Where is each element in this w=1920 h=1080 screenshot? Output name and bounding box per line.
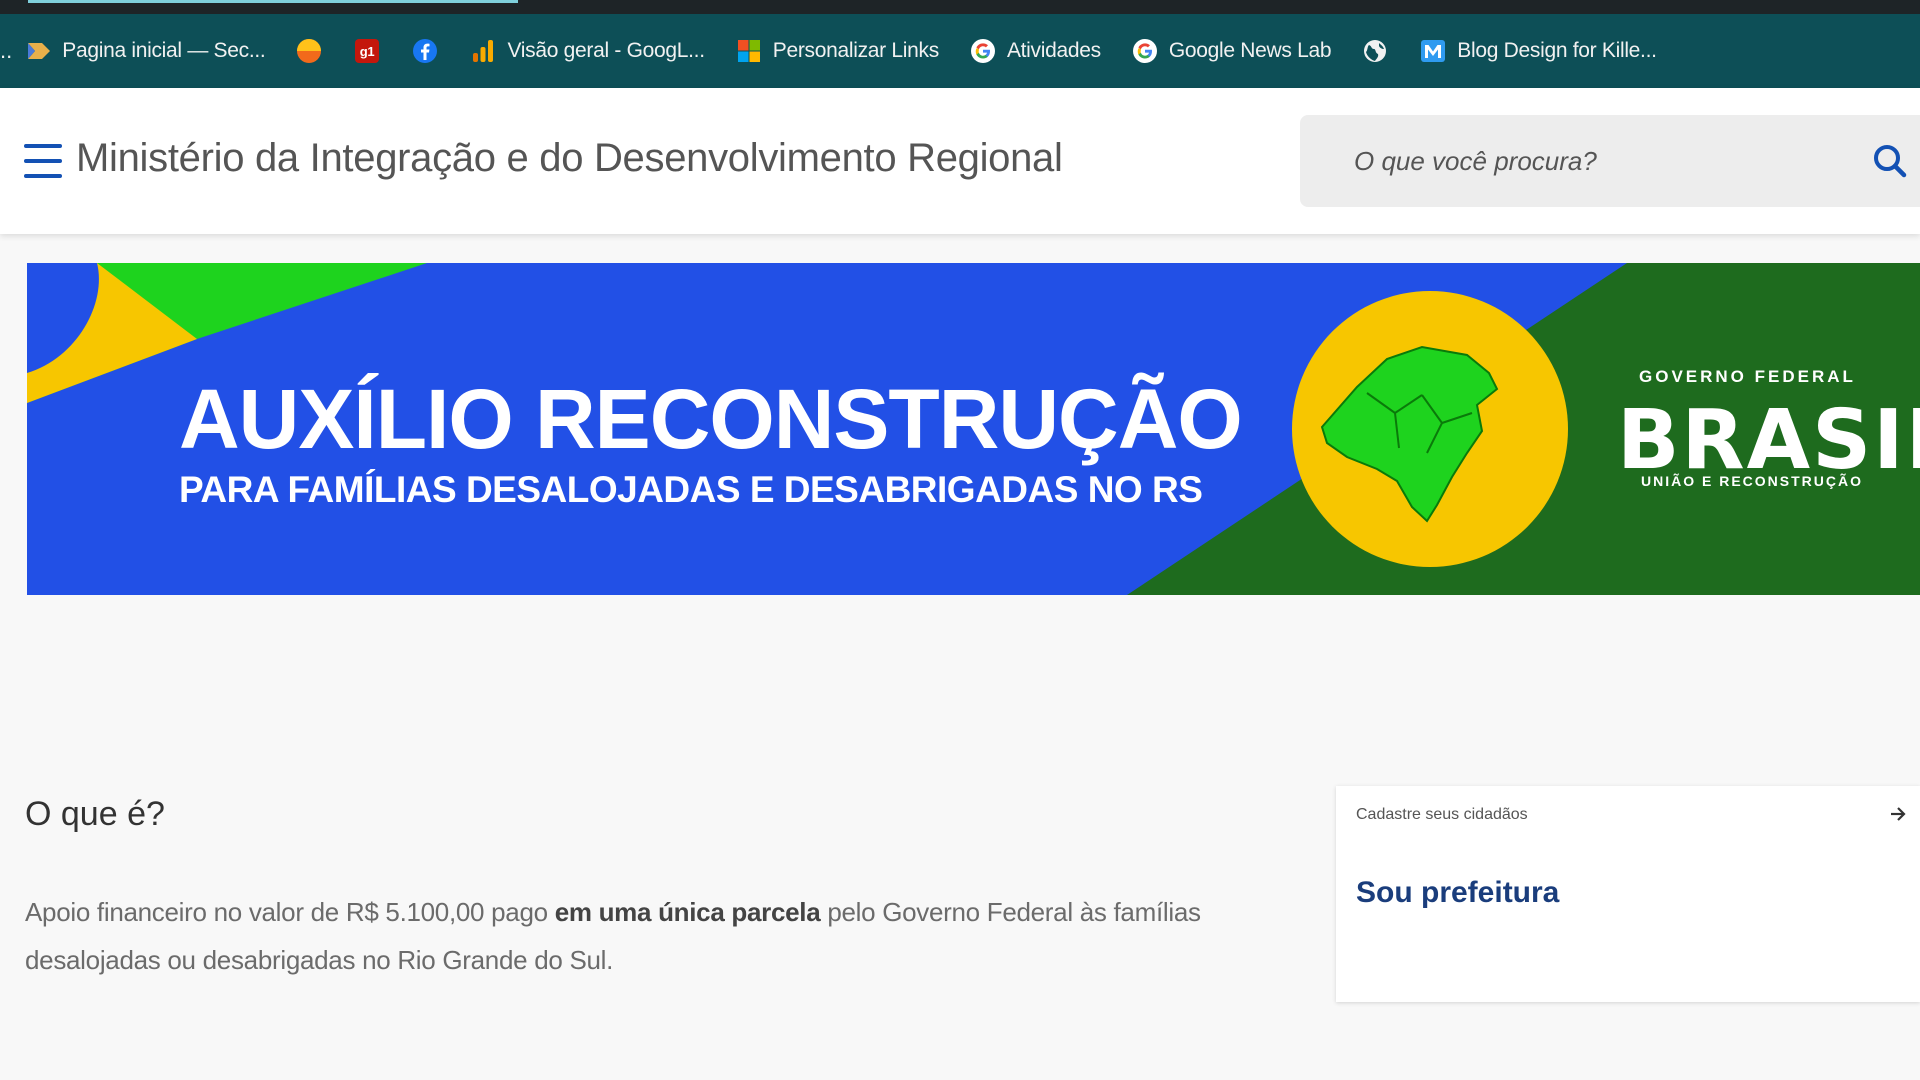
- menu-bar: [24, 144, 62, 148]
- description-text: Apoio financeiro no valor de R$ 5.100,00…: [25, 897, 555, 927]
- banner-subtitle: PARA FAMÍLIAS DESALOJADAS E DESABRIGADAS…: [179, 469, 1203, 510]
- bookmark-visao-geral[interactable]: Visão geral - GoogL...: [469, 31, 705, 71]
- card-title: Sou prefeitura: [1356, 876, 1560, 909]
- bookmark-label: Google News Lab: [1168, 39, 1332, 62]
- arrow-right-icon: [1888, 804, 1908, 830]
- globe-icon: [1361, 37, 1389, 65]
- g1-icon: g1: [353, 37, 381, 65]
- bookmark-orange[interactable]: [295, 31, 323, 71]
- search-button[interactable]: [1870, 141, 1910, 181]
- bookmark-facebook[interactable]: [411, 31, 439, 71]
- active-tab-indicator: [28, 0, 518, 3]
- analytics-icon: [469, 37, 497, 65]
- section-title: O que é?: [25, 795, 165, 833]
- orange-circle-icon: [295, 37, 323, 65]
- site-header: Ministério da Integração e do Desenvolvi…: [0, 88, 1920, 234]
- m-logo-icon: [1419, 37, 1447, 65]
- bookmark-label: Pagina inicial — Sec...: [62, 39, 266, 62]
- search-icon: [1874, 145, 1907, 178]
- bookmark-atividades[interactable]: Atividades: [969, 31, 1101, 71]
- banner-title: AUXÍLIO RECONSTRUÇÃO: [179, 372, 1243, 466]
- gov-logo-bottom: UNIÃO E RECONSTRUÇÃO: [1641, 473, 1864, 489]
- search-box: [1300, 115, 1920, 207]
- prefeitura-card[interactable]: Cadastre seus cidadãos Sou prefeitura: [1336, 786, 1920, 1002]
- hero-banner[interactable]: AUXÍLIO RECONSTRUÇÃO PARA FAMÍLIAS DESAL…: [27, 263, 1920, 595]
- facebook-icon: [411, 37, 439, 65]
- bookmark-globe[interactable]: [1361, 31, 1389, 71]
- arrow-logo-icon: [24, 37, 52, 65]
- bookmark-label: Visão geral - GoogL...: [507, 39, 705, 62]
- bookmark-google-news-lab[interactable]: Google News Lab: [1131, 31, 1332, 71]
- bookmarks-bar: .. Pagina inicial — Sec... g1 Visão gera…: [0, 14, 1920, 88]
- microsoft-icon: [735, 37, 763, 65]
- hamburger-menu-button[interactable]: [24, 144, 62, 178]
- bookmark-label: Atividades: [1006, 39, 1101, 62]
- menu-bar: [24, 159, 62, 163]
- section-description: Apoio financeiro no valor de R$ 5.100,00…: [25, 888, 1305, 984]
- google-icon: [1131, 37, 1159, 65]
- bookmark-label: Personalizar Links: [772, 39, 939, 62]
- bookmark-g1[interactable]: g1: [353, 31, 381, 71]
- bookmark-pagina-inicial[interactable]: Pagina inicial — Sec...: [24, 31, 266, 71]
- menu-bar: [24, 174, 62, 178]
- browser-tab-strip: [0, 0, 1920, 14]
- google-icon: [969, 37, 997, 65]
- bookmark-label: Blog Design for Kille...: [1457, 39, 1657, 62]
- gov-logo-top: GOVERNO FEDERAL: [1639, 367, 1856, 386]
- bookmarks-overflow[interactable]: ..: [0, 38, 12, 64]
- search-input[interactable]: [1354, 143, 1814, 179]
- card-small-label: Cadastre seus cidadãos: [1356, 806, 1528, 823]
- description-bold: em uma única parcela: [554, 897, 821, 927]
- site-title[interactable]: Ministério da Integração e do Desenvolvi…: [76, 136, 1063, 181]
- g1-badge-text: g1: [360, 44, 375, 59]
- bookmark-personalizar-links[interactable]: Personalizar Links: [735, 31, 939, 71]
- bookmark-blog-design[interactable]: Blog Design for Kille...: [1419, 31, 1657, 71]
